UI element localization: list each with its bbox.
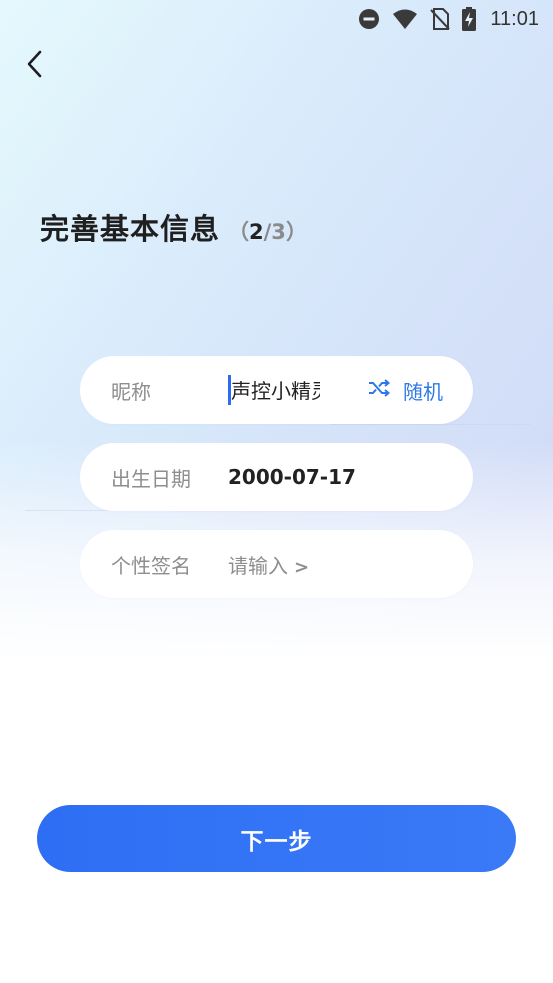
chevron-left-icon bbox=[24, 49, 44, 83]
nickname-label: 昵称 bbox=[111, 379, 151, 404]
nickname-row: 昵称 声控小精灵 随机 bbox=[80, 356, 473, 424]
random-nickname-button[interactable]: 随机 bbox=[368, 374, 443, 406]
decorative-line bbox=[25, 510, 115, 511]
random-label: 随机 bbox=[403, 379, 443, 404]
status-bar: 11:01 bbox=[0, 0, 553, 38]
birthday-row[interactable]: 出生日期 2000-07-17 bbox=[80, 443, 473, 511]
signature-label: 个性签名 bbox=[111, 553, 191, 578]
signature-placeholder: 请输入 bbox=[228, 553, 288, 578]
page-title: 完善基本信息 bbox=[40, 212, 221, 246]
step-total: /3 bbox=[263, 220, 286, 244]
back-button[interactable] bbox=[14, 46, 54, 86]
step-open: （ bbox=[228, 220, 250, 244]
wifi-icon bbox=[392, 8, 418, 30]
step-indicator: （2/3） bbox=[228, 216, 307, 246]
chevron-right: > bbox=[294, 556, 310, 578]
birthday-label: 出生日期 bbox=[111, 466, 191, 491]
next-step-button[interactable]: 下一步 bbox=[37, 805, 516, 872]
step-current: 2 bbox=[249, 220, 264, 244]
title-row: 完善基本信息 （2/3） bbox=[40, 206, 307, 248]
decorative-line bbox=[330, 424, 530, 425]
shuffle-icon bbox=[368, 378, 391, 402]
battery-charging-icon bbox=[462, 7, 477, 31]
do-not-disturb-icon bbox=[358, 8, 380, 30]
signature-row[interactable]: 个性签名 请输入 > bbox=[80, 530, 473, 598]
status-time: 11:01 bbox=[490, 7, 539, 30]
no-sim-icon bbox=[430, 8, 451, 30]
signature-field[interactable]: 请输入 > bbox=[228, 550, 309, 579]
birthday-value: 2000-07-17 bbox=[228, 465, 356, 489]
step-close: ） bbox=[285, 220, 307, 244]
nickname-input[interactable]: 声控小精灵 bbox=[228, 375, 320, 405]
